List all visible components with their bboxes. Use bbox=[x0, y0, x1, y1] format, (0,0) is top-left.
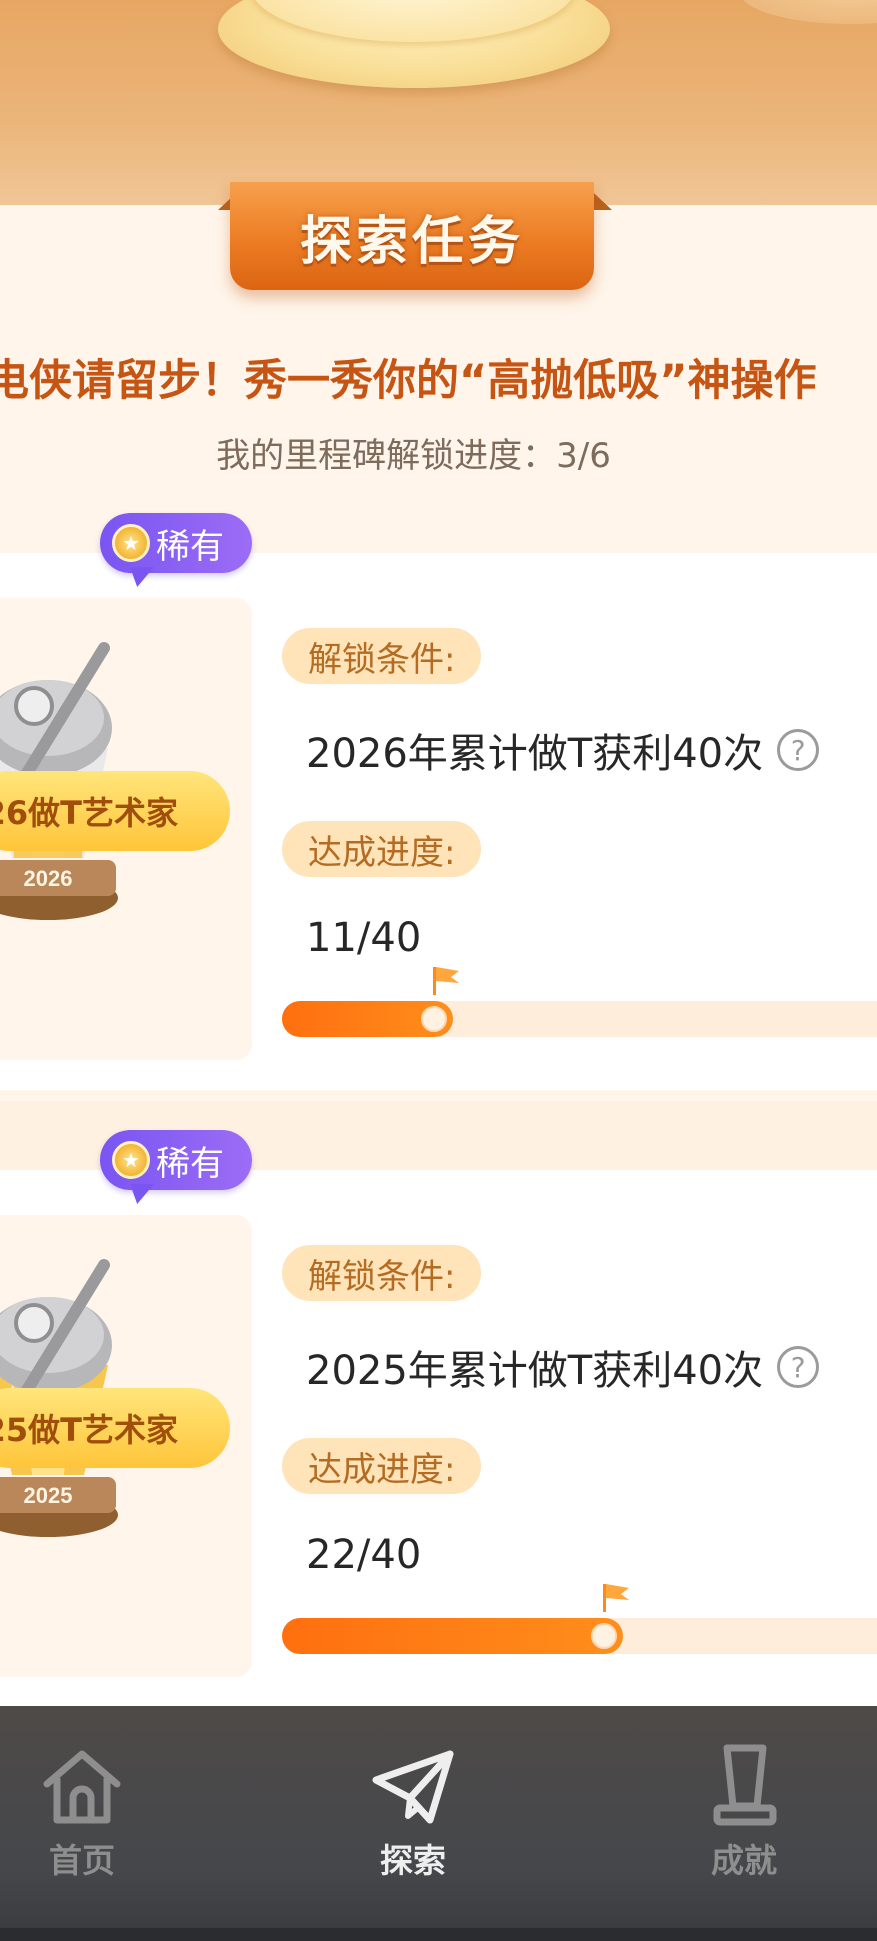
star-icon: ★ bbox=[112, 1141, 150, 1179]
top-banner bbox=[0, 0, 877, 205]
bottom-nav-edge bbox=[0, 1928, 877, 1941]
progress-bar bbox=[282, 967, 877, 1037]
progress-bar bbox=[282, 1584, 877, 1654]
progress-count: 11/40 bbox=[306, 915, 422, 961]
home-icon bbox=[43, 1750, 121, 1824]
nav-item-home[interactable]: 首页 bbox=[2, 1740, 162, 1890]
unlock-condition-label: 解锁条件: bbox=[282, 628, 482, 684]
svg-text:2026: 2026 bbox=[24, 866, 73, 891]
rare-badge-label: 稀有 bbox=[156, 526, 224, 567]
headline: 电侠请留步！秀一秀你的“高抛低吸”神操作 bbox=[0, 356, 817, 406]
flag-icon bbox=[432, 967, 459, 995]
nav-item-explore[interactable]: 探索 bbox=[333, 1740, 493, 1890]
section-title: 探索任务 bbox=[299, 211, 524, 272]
progress-count: 22/40 bbox=[306, 1532, 422, 1578]
progress-label: 达成进度: bbox=[282, 821, 482, 877]
star-icon: ★ bbox=[112, 524, 150, 562]
rare-badge: ★ 稀有 bbox=[100, 1130, 252, 1190]
nav-label-explore: 探索 bbox=[380, 1841, 446, 1880]
section-ribbon: 探索任务 bbox=[230, 182, 594, 290]
rare-badge-label: 稀有 bbox=[156, 1143, 224, 1184]
trophy-icon bbox=[713, 1744, 777, 1826]
banner-pedestal-decoration bbox=[740, 0, 877, 24]
flag-icon bbox=[603, 1584, 629, 1612]
unlock-condition-text: 2025年累计做T获利40次 bbox=[306, 1348, 764, 1394]
award-name: 2025做T艺术家 bbox=[0, 1388, 230, 1468]
progress-knob bbox=[591, 1623, 617, 1649]
nav-label-achievements: 成就 bbox=[711, 1841, 777, 1880]
milestone-card-2025: 2025 2025做T艺术家 解锁条件: 2025年累计做T获利40次 ? 达成… bbox=[0, 1130, 877, 1706]
svg-text:2025: 2025 bbox=[24, 1483, 73, 1508]
progress-label: 达成进度: bbox=[282, 1438, 482, 1494]
award-name: 2026做T艺术家 bbox=[0, 771, 230, 851]
unlock-condition: 2025年累计做T获利40次 ? bbox=[306, 1338, 820, 1396]
paper-plane-icon bbox=[372, 1750, 454, 1824]
help-icon[interactable]: ? bbox=[777, 1346, 820, 1388]
nav-label-home: 首页 bbox=[49, 1841, 115, 1880]
progress-knob bbox=[420, 1006, 447, 1032]
milestone-progress: 我的里程碑解锁进度：3/6 bbox=[216, 436, 611, 476]
milestone-card-2026: 2026 2026做T艺术家 解锁条件: 2026年累计做T获利40次 ? 达成… bbox=[0, 513, 877, 1090]
unlock-condition-label: 解锁条件: bbox=[282, 1245, 482, 1301]
unlock-condition-text: 2026年累计做T获利40次 bbox=[306, 731, 764, 777]
progress-fill bbox=[282, 1618, 623, 1654]
rare-badge: ★ 稀有 bbox=[100, 513, 252, 573]
help-icon[interactable]: ? bbox=[777, 729, 820, 771]
unlock-condition: 2026年累计做T获利40次 ? bbox=[306, 721, 820, 779]
nav-item-achievements[interactable]: 成就 bbox=[664, 1740, 824, 1890]
